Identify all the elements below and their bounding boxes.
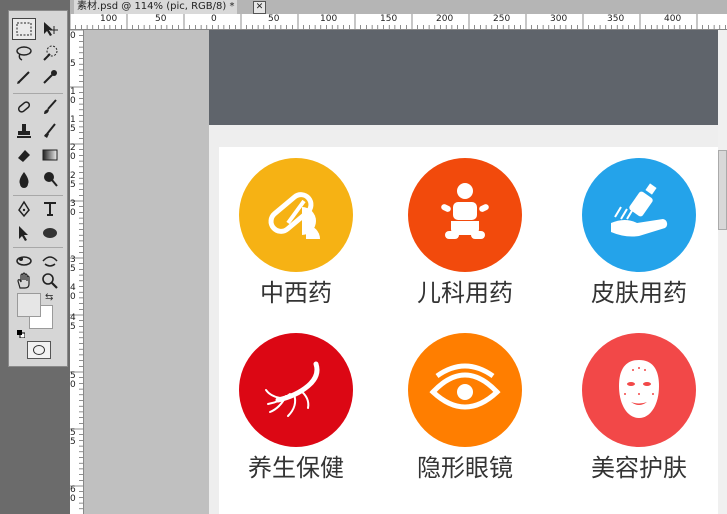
category-label: 美容护肤 [591,454,687,482]
color-swatches: ⇆ [17,293,57,339]
gradient-tool-icon[interactable] [39,145,61,165]
category-circle [408,158,522,272]
ruler-label: 300 [550,14,568,24]
category-circle [408,333,522,447]
vertical-scrollbar[interactable] [718,30,727,514]
canvas-header-bar [209,30,718,125]
ruler-label: 0 [211,14,217,24]
ruler-label: 50 [155,14,167,24]
horizontal-ruler[interactable]: 100 50 0 50 100 150 200 250 300 350 400 [70,14,727,30]
tools-panel: ⇆ [0,0,70,514]
eyedropper-tool-icon[interactable] [39,67,61,87]
category-item[interactable]: 美容护肤 [574,333,704,483]
hand-tool-icon[interactable] [13,271,35,291]
ruler-label: 250 [493,14,511,24]
tools-panel-body: ⇆ [8,10,68,367]
ruler-label: 0 [70,380,76,390]
swap-colors-icon[interactable]: ⇆ [45,293,55,303]
ruler-label: 0 [70,208,76,218]
ruler-label: 0 [70,292,76,302]
lasso-tool-icon[interactable] [13,43,35,63]
vertical-ruler[interactable]: 0 5 1 0 1 5 2 0 2 5 3 0 3 5 4 0 4 5 5 0 … [70,30,84,514]
crop-tool-icon[interactable] [13,67,35,87]
pill-icon [268,192,320,239]
ruler-label: 100 [100,14,118,24]
tools-divider [13,93,63,94]
move-tool-icon[interactable] [39,19,61,39]
category-item[interactable]: 皮肤用药 [574,158,704,308]
ruler-label: 0 [70,96,76,106]
ruler-label: 0 [70,152,76,162]
dodge-tool-icon[interactable] [39,169,61,189]
ruler-label: 5 [70,264,76,274]
category-label: 皮肤用药 [591,279,687,307]
tools-divider [13,195,63,196]
horizontal-ruler-ticks [70,14,726,29]
ruler-label: 400 [664,14,682,24]
category-item[interactable]: 中西药 [231,158,361,308]
marquee-tool-icon[interactable] [12,18,36,40]
document-tab[interactable]: 素材.psd @ 114% (pic, RGB/8) * [74,0,238,14]
brush-tool-icon[interactable] [39,97,61,117]
ruler-label: 5 [70,180,76,190]
ruler-label: 50 [268,14,280,24]
ruler-label: 0 [70,31,76,41]
category-label: 中西药 [260,279,332,307]
3d-orbit-tool-icon[interactable] [39,251,61,271]
eraser-tool-icon[interactable] [13,145,35,165]
tools-divider [13,247,63,248]
category-circle [582,158,696,272]
zoom-tool-icon[interactable] [39,271,61,291]
close-tab-button[interactable]: ✕ [253,1,266,14]
document-canvas[interactable]: 中西药 儿科用药 皮肤用药 养生保健 隐形眼镜 美容护肤 [209,30,718,514]
category-circle [582,333,696,447]
ruler-label: 5 [70,437,76,447]
quick-mask-button[interactable] [27,341,51,359]
ruler-label: 5 [70,59,76,69]
category-circle [239,333,353,447]
clone-stamp-tool-icon[interactable] [13,121,35,141]
default-colors-icon[interactable] [17,323,26,339]
ruler-label: 5 [70,124,76,134]
ruler-label: 150 [380,14,398,24]
ruler-label: 100 [320,14,338,24]
type-tool-icon[interactable] [39,199,61,219]
ginseng-icon [265,361,320,417]
baby-icon [441,183,489,239]
ruler-label: 5 [70,322,76,332]
category-label: 儿科用药 [417,279,513,307]
foreground-color-swatch[interactable] [17,293,41,317]
ellipse-tool-icon[interactable] [39,223,61,243]
blur-tool-icon[interactable] [13,169,35,189]
category-label: 养生保健 [248,454,344,482]
ruler-label: 350 [607,14,625,24]
quick-mask-icon [33,345,45,355]
3d-rotate-tool-icon[interactable] [13,251,35,271]
category-item[interactable]: 养生保健 [231,333,361,483]
category-label: 隐形眼镜 [417,454,513,482]
category-item[interactable]: 隐形眼镜 [400,333,530,483]
category-circle [239,158,353,272]
path-selection-tool-icon[interactable] [13,223,35,243]
category-card: 中西药 儿科用药 皮肤用药 养生保健 隐形眼镜 美容护肤 [219,147,718,514]
ruler-label: 200 [436,14,454,24]
scrollbar-thumb[interactable] [718,150,727,230]
ruler-label: 0 [70,494,76,504]
history-brush-tool-icon[interactable] [39,121,61,141]
face-mask-icon [619,360,659,418]
category-item[interactable]: 儿科用药 [400,158,530,308]
pen-tool-icon[interactable] [13,199,35,219]
quick-selection-tool-icon[interactable] [39,43,61,63]
healing-brush-tool-icon[interactable] [13,97,35,117]
eye-icon [429,363,501,410]
skin-cream-icon [611,183,668,237]
